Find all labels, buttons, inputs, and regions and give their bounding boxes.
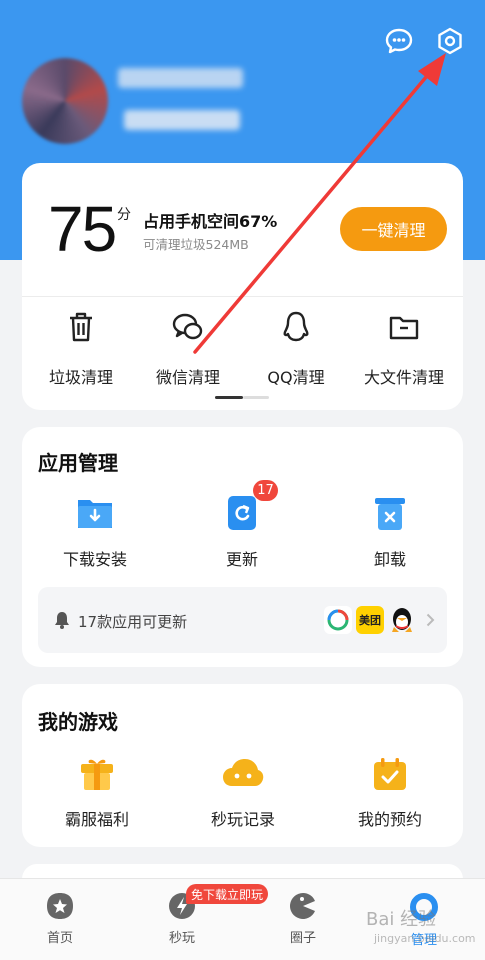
nav-circle[interactable]: 圈子	[263, 891, 343, 946]
wechat-icon	[172, 313, 203, 340]
app-management-title: 应用管理	[38, 451, 118, 475]
game-item-label: 霸服福利	[64, 810, 129, 829]
tool-junk-clean[interactable]: 垃圾清理	[26, 310, 136, 388]
score-unit: 分	[117, 207, 131, 223]
watermark-url: jingyan.baidu.com	[374, 932, 476, 945]
calendar-check-icon	[374, 758, 406, 790]
chevron-right-icon	[426, 613, 435, 627]
update-notice-text: 17款应用可更新	[78, 613, 188, 631]
gamepad-cloud-icon	[223, 759, 264, 786]
folder-icon	[389, 316, 419, 340]
home-star-icon	[47, 893, 73, 919]
pager-dot	[243, 396, 269, 399]
tool-label: 垃圾清理	[48, 368, 113, 387]
qq-icon	[283, 311, 309, 342]
my-games-title: 我的游戏	[38, 710, 118, 734]
app-uninstall[interactable]: 卸载	[330, 494, 450, 570]
tool-label: 大文件清理	[363, 368, 444, 387]
game-vip-benefits[interactable]: 霸服福利	[37, 756, 157, 830]
nav-label: 首页	[46, 931, 73, 946]
tool-bigfile-clean[interactable]: 大文件清理	[349, 310, 459, 388]
one-click-clean-button[interactable]: 一键清理	[340, 207, 447, 251]
chat-bubble-icon[interactable]	[384, 26, 414, 56]
meituan-icon: 美团	[356, 606, 384, 634]
nav-label: 秒玩	[168, 931, 195, 946]
app-item-label: 下载安装	[62, 550, 127, 569]
update-icon	[228, 496, 256, 530]
pacman-icon	[290, 893, 315, 919]
phone-score: 75	[48, 193, 117, 265]
nav-home[interactable]: 首页	[20, 891, 100, 946]
app-icon-circle	[324, 606, 352, 634]
app-item-label: 卸载	[373, 550, 406, 569]
game-my-reservations[interactable]: 我的预约	[330, 756, 450, 830]
tool-qq-clean[interactable]: QQ清理	[241, 310, 351, 388]
storage-usage-title: 占用手机空间67%	[143, 212, 278, 231]
card-divider	[22, 296, 463, 297]
tool-label: 微信清理	[155, 368, 220, 387]
tool-wechat-clean[interactable]: 微信清理	[133, 310, 243, 388]
qq-penguin-icon	[392, 608, 412, 632]
promo-tag: 免下载立即玩	[186, 884, 268, 904]
hexagon-settings-icon[interactable]	[435, 26, 465, 56]
bell-icon	[55, 612, 69, 629]
gift-icon	[81, 759, 113, 790]
uninstall-icon	[375, 498, 405, 530]
watermark: Bai 经验	[366, 909, 437, 930]
pager-active-dot	[215, 396, 243, 399]
tool-label: QQ清理	[267, 368, 325, 387]
user-info-blurred	[124, 110, 240, 130]
username-blurred	[118, 68, 243, 88]
game-item-label: 秒玩记录	[210, 810, 275, 829]
avatar[interactable]	[22, 58, 108, 144]
update-count-badge: 17	[253, 480, 278, 501]
app-update[interactable]: 更新	[182, 494, 302, 570]
game-item-label: 我的预约	[357, 810, 422, 829]
app-item-label: 更新	[225, 550, 258, 569]
cleanable-junk-size: 可清理垃圾524MB	[143, 237, 249, 252]
update-notice-bar[interactable]: 17款应用可更新 美团	[38, 587, 447, 653]
download-folder-icon	[78, 500, 112, 528]
game-instant-play-history[interactable]: 秒玩记录	[183, 756, 303, 830]
trash-icon	[70, 312, 92, 342]
app-download-install[interactable]: 下载安装	[35, 494, 155, 570]
nav-label: 圈子	[289, 931, 316, 946]
